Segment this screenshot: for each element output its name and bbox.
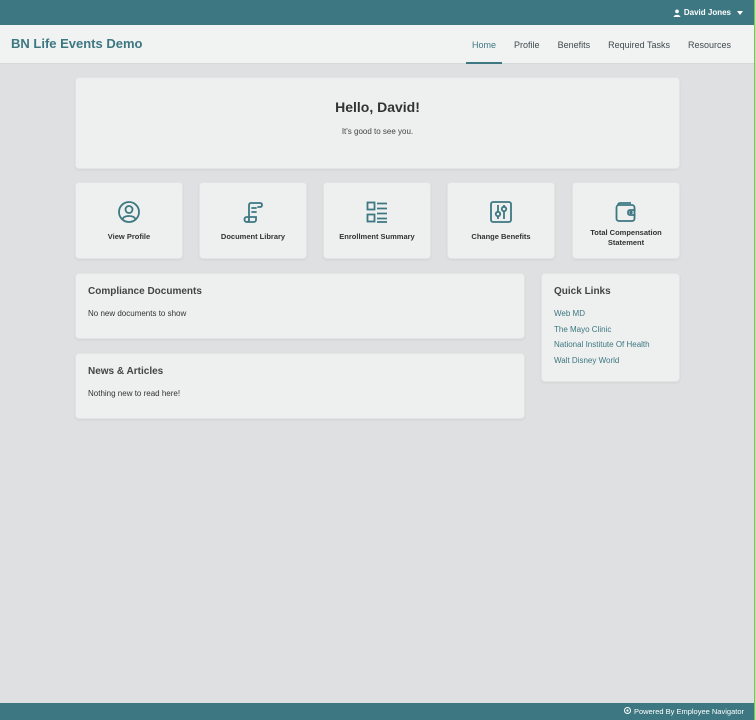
tile-total-compensation[interactable]: Total Compensation Statement	[572, 182, 680, 259]
scroll-icon	[241, 200, 265, 224]
user-name: David Jones	[683, 8, 731, 17]
footer: Powered By Employee Navigator	[0, 703, 755, 720]
wallet-icon	[614, 200, 638, 224]
quick-link[interactable]: Web MD	[554, 309, 650, 318]
tile-label: Change Benefits	[471, 232, 531, 241]
main-nav: Home Profile Benefits Required Tasks Res…	[463, 25, 740, 64]
user-menu[interactable]: David Jones	[673, 8, 743, 17]
nav-benefits[interactable]: Benefits	[552, 25, 597, 64]
logo-dot-icon	[623, 706, 631, 716]
tile-label: Document Library	[220, 232, 286, 241]
greeting-subtitle: It's good to see you.	[341, 127, 414, 136]
panel-title: Quick Links	[554, 286, 611, 297]
tile-change-benefits[interactable]: Change Benefits	[447, 182, 555, 259]
nav-home[interactable]: Home	[466, 25, 503, 64]
nav-resources[interactable]: Resources	[682, 25, 737, 64]
brand-title[interactable]: BN Life Events Demo	[11, 36, 142, 51]
user-icon	[673, 9, 681, 17]
sliders-icon	[489, 200, 513, 224]
tile-enrollment-summary[interactable]: Enrollment Summary	[323, 182, 431, 259]
tile-view-profile[interactable]: View Profile	[75, 182, 183, 259]
news-articles-panel: News & Articles Nothing new to read here…	[75, 353, 525, 419]
footer-text[interactable]: Powered By Employee Navigator	[634, 707, 744, 716]
list-icon	[365, 200, 389, 224]
compliance-documents-panel: Compliance Documents No new documents to…	[75, 273, 525, 339]
top-bar: David Jones	[0, 0, 755, 25]
tile-label: Enrollment Summary	[339, 232, 415, 241]
tile-label: View Profile	[107, 232, 151, 241]
quick-links-list: Web MD The Mayo Clinic National Institut…	[554, 309, 650, 371]
news-empty-text: Nothing new to read here!	[88, 389, 181, 398]
quick-link[interactable]: The Mayo Clinic	[554, 325, 650, 334]
tile-label: Total Compensation Statement	[590, 228, 662, 247]
compliance-empty-text: No new documents to show	[88, 309, 187, 318]
navbar: BN Life Events Demo Home Profile Benefit…	[0, 25, 755, 64]
greeting-title: Hello, David!	[335, 99, 420, 115]
caret-down-icon	[737, 10, 743, 15]
quick-links-panel: Quick Links Web MD The Mayo Clinic Natio…	[541, 273, 680, 382]
nav-required-tasks[interactable]: Required Tasks	[602, 25, 676, 64]
quick-link[interactable]: National Institute Of Health	[554, 340, 650, 349]
quick-link[interactable]: Walt Disney World	[554, 356, 650, 365]
tile-document-library[interactable]: Document Library	[199, 182, 307, 259]
nav-profile[interactable]: Profile	[508, 25, 546, 64]
panel-title: News & Articles	[88, 366, 164, 377]
panel-title: Compliance Documents	[88, 286, 202, 297]
greeting-card: Hello, David! It's good to see you.	[75, 77, 680, 169]
user-circle-icon	[117, 200, 141, 224]
